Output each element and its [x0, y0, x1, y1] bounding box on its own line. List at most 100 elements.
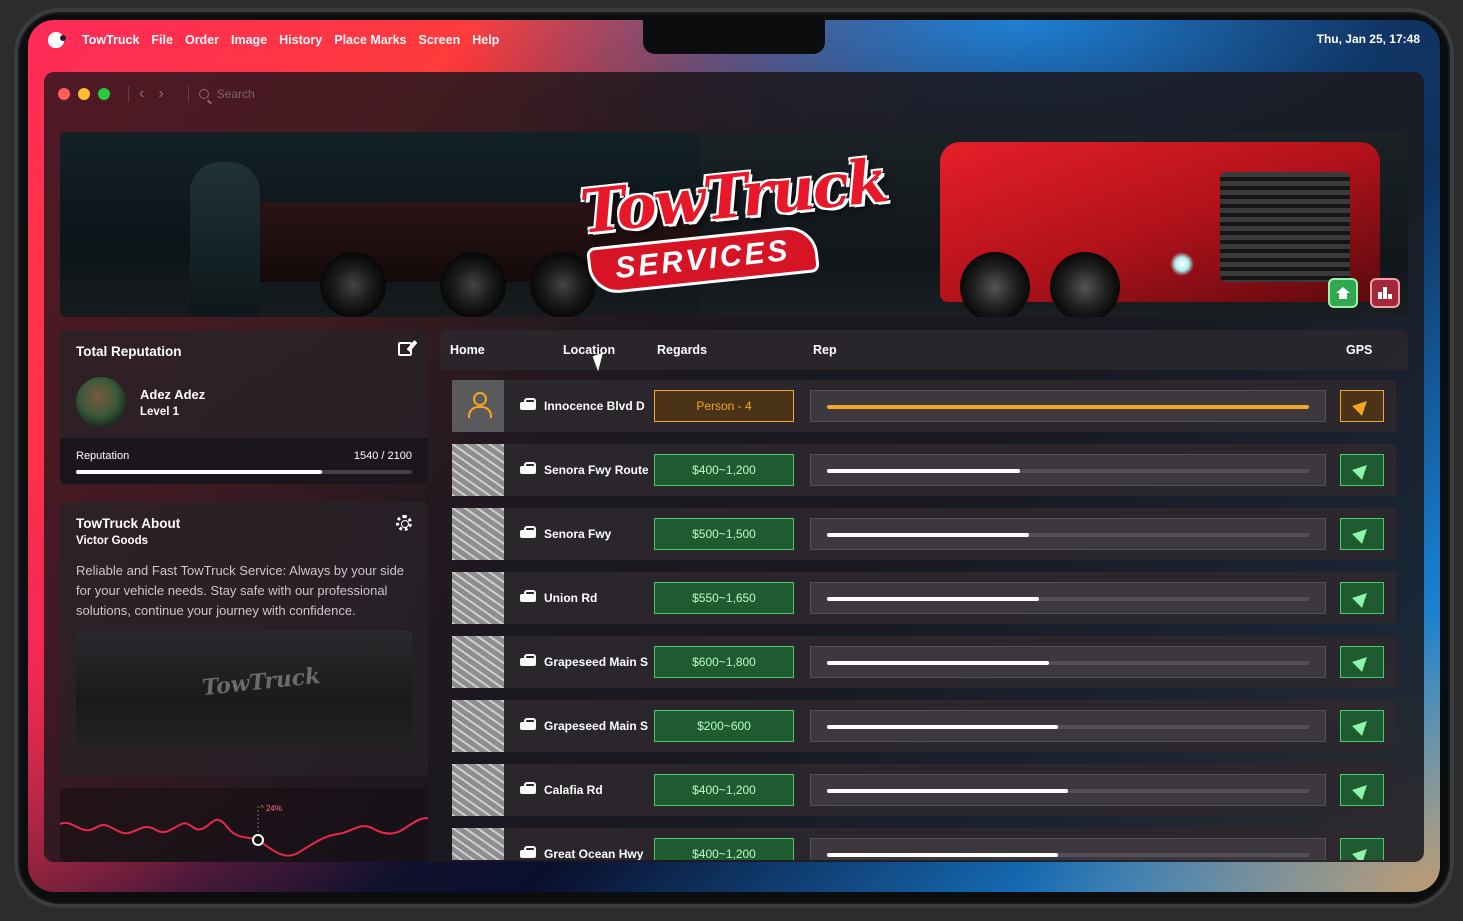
gps-button[interactable] [1340, 390, 1384, 422]
zoom-window-button[interactable] [98, 88, 110, 100]
row-location: Union Rd [544, 591, 598, 605]
table-row[interactable]: Grapeseed Main St $200~600 [452, 700, 1396, 752]
edit-icon[interactable] [398, 342, 412, 356]
map-thumbnail [452, 508, 504, 560]
camera-notch [643, 20, 825, 54]
row-rep-bar [810, 390, 1326, 422]
menu-order[interactable]: Order [185, 33, 219, 47]
header-location[interactable]: Location [563, 343, 615, 357]
apple-icon[interactable] [48, 32, 66, 48]
header-gps[interactable]: GPS [1346, 343, 1372, 357]
tow-truck-icon [520, 846, 536, 860]
table-row[interactable]: Great Ocean Hwy $400~1,200 [452, 828, 1396, 860]
tow-truck-icon [520, 590, 536, 604]
row-regards: $200~600 [654, 710, 794, 742]
reputation-label: Reputation [76, 450, 130, 462]
about-title: TowTruck About [76, 516, 181, 531]
gps-button[interactable] [1340, 518, 1384, 550]
header-rep[interactable]: Rep [813, 343, 837, 357]
table-rows: Innocence Blvd D Person - 4 Senora Fwy Rou… [452, 380, 1396, 860]
home-icon [1336, 287, 1350, 299]
search-placeholder: Search [216, 87, 255, 101]
send-location-icon [1352, 652, 1372, 672]
reputation-panel: Total Reputation Adez Adez Level 1 Reput… [60, 330, 428, 484]
row-location: Grapeseed Main St [544, 655, 648, 669]
menu-help[interactable]: Help [472, 33, 499, 47]
row-regards: $400~1,200 [654, 454, 794, 486]
tow-truck-icon [520, 526, 536, 540]
table-row[interactable]: Union Rd $550~1,650 [452, 572, 1396, 624]
gps-button[interactable] [1340, 774, 1384, 806]
row-rep-fill [827, 469, 1020, 473]
map-thumbnail [452, 444, 504, 496]
reputation-progress-bar [76, 470, 412, 474]
row-location: Calafia Rd [544, 783, 603, 797]
row-rep-fill [827, 661, 1049, 665]
title-bar: ‹ › Search [44, 72, 1424, 116]
row-rep-bar [810, 710, 1326, 742]
tow-truck-icon [520, 718, 536, 732]
header-home[interactable]: Home [450, 343, 485, 357]
row-regards: $400~1,200 [654, 838, 794, 860]
desktop-screen: TowTruck File Order Image History Place … [28, 20, 1440, 892]
search-icon [198, 89, 209, 99]
gps-button[interactable] [1340, 582, 1384, 614]
trend-point[interactable] [252, 834, 264, 846]
podium-icon [1378, 287, 1392, 299]
menu-screen[interactable]: Screen [419, 33, 461, 47]
send-location-icon [1352, 780, 1372, 800]
table-row[interactable]: Innocence Blvd D Person - 4 [452, 380, 1396, 432]
gear-icon[interactable] [396, 515, 412, 531]
map-thumbnail [452, 636, 504, 688]
gps-button[interactable] [1340, 646, 1384, 678]
menu-clock[interactable]: Thu, Jan 25, 17:48 [1317, 32, 1420, 46]
about-description: Reliable and Fast TowTruck Service: Alwa… [76, 563, 405, 618]
map-thumbnail [452, 572, 504, 624]
row-rep-fill [827, 725, 1059, 729]
row-rep-bar [810, 454, 1326, 486]
header-regards[interactable]: Regards [657, 343, 707, 357]
row-rep-fill [827, 533, 1030, 537]
row-location: Senora Fwy [544, 527, 612, 541]
row-location: Great Ocean Hwy [544, 847, 644, 860]
send-location-icon [1352, 844, 1372, 860]
menu-file[interactable]: File [151, 33, 173, 47]
menu-place-marks[interactable]: Place Marks [334, 33, 406, 47]
table-row[interactable]: Grapeseed Main St $600~1,800 [452, 636, 1396, 688]
towtruck-services-logo: TowTruck SERVICES [577, 146, 900, 296]
table-row[interactable]: Calafia Rd $400~1,200 [452, 764, 1396, 816]
close-window-button[interactable] [58, 88, 70, 100]
profile: Adez Adez Level 1 [76, 377, 412, 427]
back-arrow-icon[interactable]: ‹ [139, 85, 144, 103]
gps-button[interactable] [1340, 710, 1384, 742]
minimize-window-button[interactable] [78, 88, 90, 100]
leaderboard-button[interactable] [1370, 278, 1400, 308]
forward-arrow-icon[interactable]: › [158, 85, 163, 103]
home-button[interactable] [1328, 278, 1358, 308]
table-row[interactable]: Senora Fwy $500~1,500 [452, 508, 1396, 560]
tow-truck-icon [520, 462, 536, 476]
row-location: Grapeseed Main St [544, 719, 648, 733]
reputation-progress-fill [76, 470, 323, 474]
reputation-value: 1540 / 2100 [353, 450, 412, 462]
tow-truck-icon [520, 654, 536, 668]
table-row[interactable]: Senora Fwy Route $400~1,200 [452, 444, 1396, 496]
search-field[interactable]: Search [198, 87, 255, 101]
row-rep-bar [810, 518, 1326, 550]
menu-app-name[interactable]: TowTruck [82, 33, 139, 47]
send-location-icon [1352, 524, 1372, 544]
menu-image[interactable]: Image [231, 33, 267, 47]
profile-name: Adez Adez [140, 386, 206, 402]
trend-wave [60, 806, 428, 857]
gps-button[interactable] [1340, 838, 1384, 860]
map-thumbnail [452, 828, 504, 860]
send-location-icon [1352, 588, 1372, 608]
row-rep-bar [810, 838, 1326, 860]
trend-label: ^ 24% [260, 804, 282, 813]
row-rep-fill [827, 405, 1309, 409]
about-panel: TowTruck About Victor Goods Reliable and… [60, 502, 428, 776]
send-location-icon [1352, 716, 1372, 736]
gps-button[interactable] [1340, 454, 1384, 486]
send-location-icon [1352, 396, 1372, 416]
menu-history[interactable]: History [279, 33, 322, 47]
